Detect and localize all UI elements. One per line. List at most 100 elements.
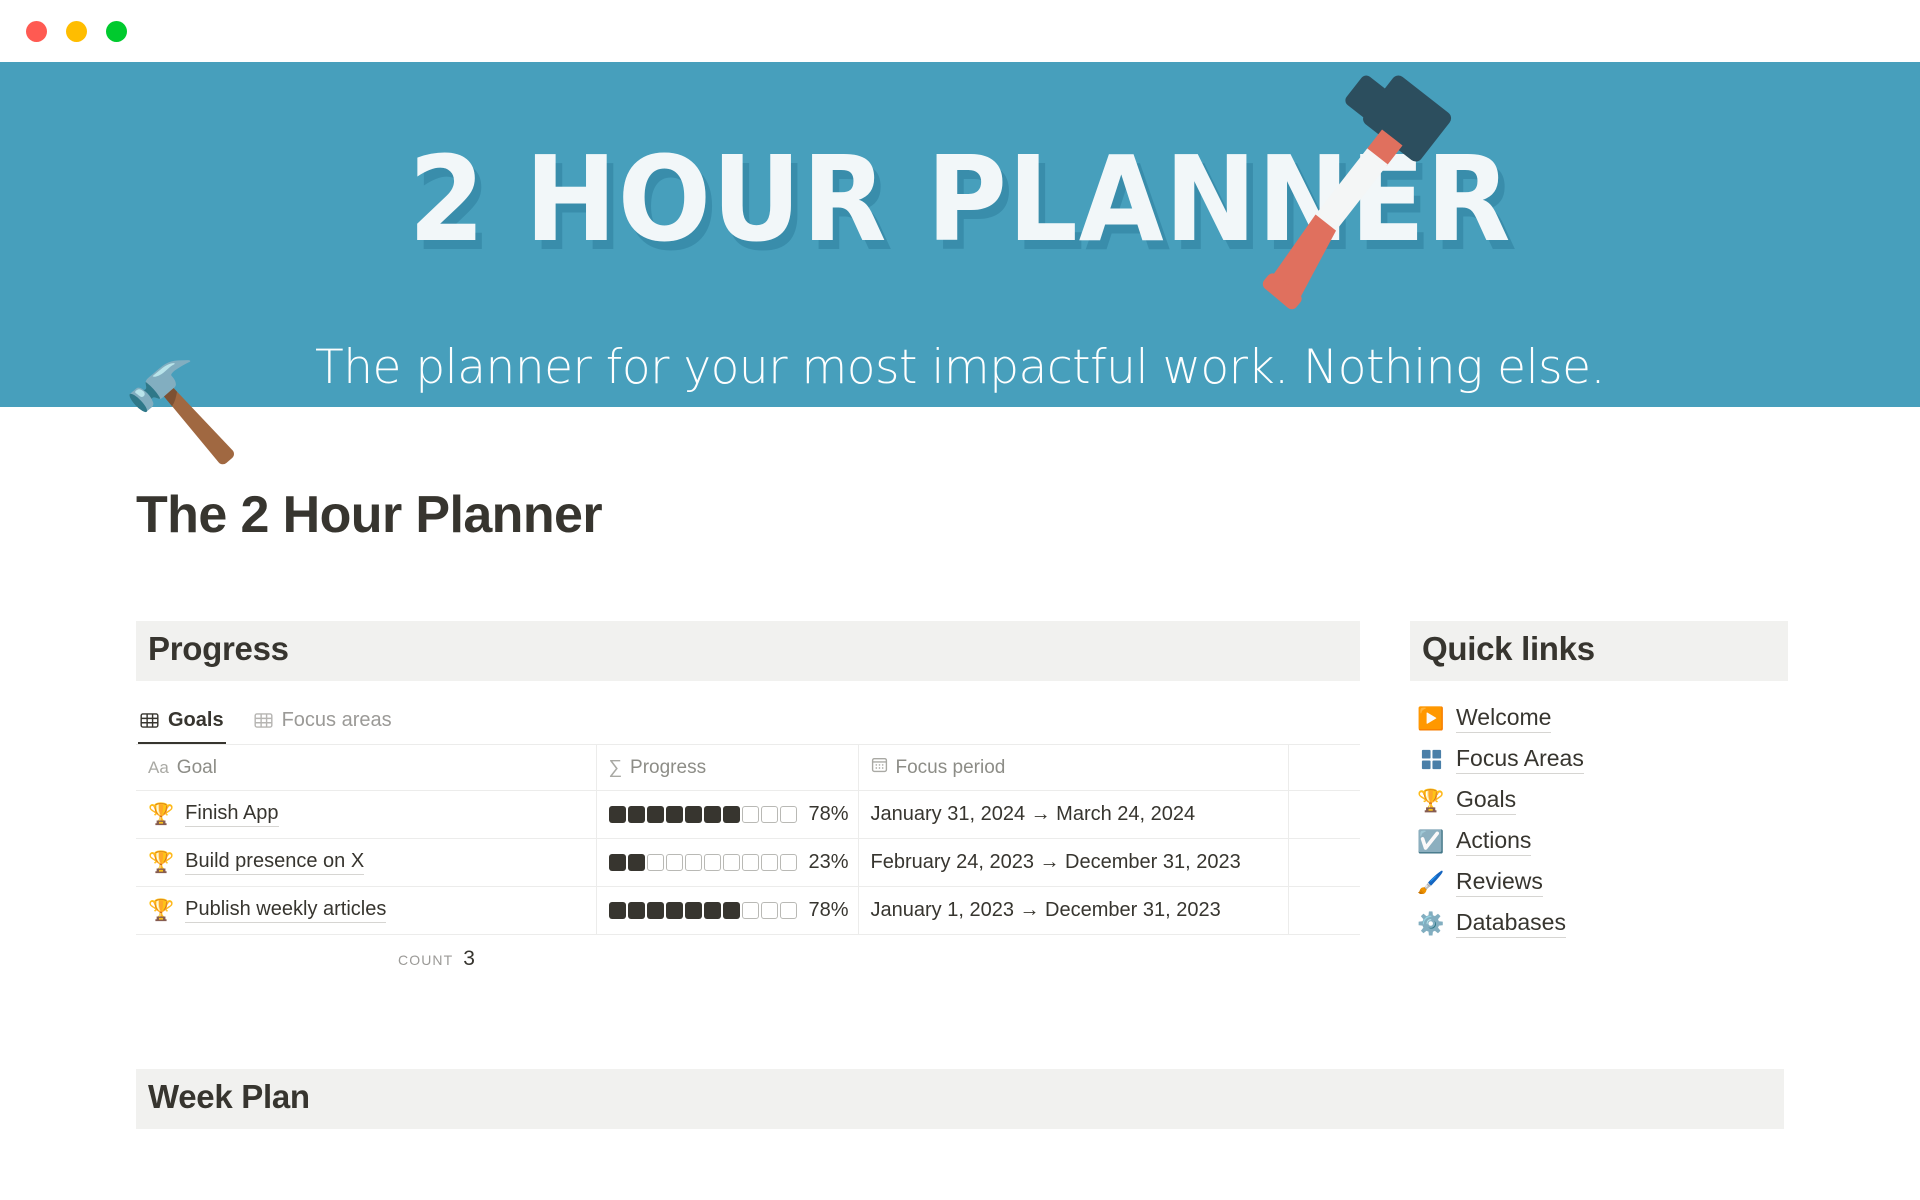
progress-square-filled xyxy=(627,902,645,919)
table-row[interactable]: 🏆 Finish App 78% January 31, 2024 → March 2… xyxy=(136,790,1360,839)
quick-links-list: ▶️ Welcome Focus Areas 🏆 Goals ☑️ Actions 🖌️ Rev… xyxy=(1410,698,1788,944)
quick-link-welcome[interactable]: ▶️ Welcome xyxy=(1410,698,1788,739)
week-plan-heading: Week Plan xyxy=(136,1069,1784,1129)
progress-square-empty xyxy=(779,806,797,823)
table-header-row: Aa Goal ∑ Progress Focus period xyxy=(136,745,1360,791)
goals-table: Aa Goal ∑ Progress Focus period 🏆 Finish… xyxy=(136,745,1360,935)
cell-progress: 23% xyxy=(596,838,859,887)
cell-blank[interactable] xyxy=(1288,886,1360,935)
hammer-illustration-icon xyxy=(1262,75,1452,310)
top-priorities-subheading: Top priorities right now xyxy=(136,1195,960,1200)
traffic-lights xyxy=(26,20,127,42)
quick-link-actions[interactable]: ☑️ Actions xyxy=(1410,821,1788,862)
cover-title: 2 HOUR PLANNER xyxy=(408,130,1512,268)
quick-link-label: Welcome xyxy=(1456,704,1552,733)
page-title: The 2 Hour Planner xyxy=(136,486,603,544)
quick-link-label: Actions xyxy=(1456,827,1532,856)
tab-focus-areas-label: Focus areas xyxy=(281,709,392,731)
count-label: COUNT xyxy=(398,952,454,968)
cell-goal[interactable]: 🏆 Publish weekly articles xyxy=(136,886,597,935)
tab-goals[interactable]: Goals xyxy=(138,703,226,744)
maximize-window-button[interactable] xyxy=(106,20,127,42)
main-columns: Progress Goals Focus areas Aa Goal ∑ Pro… xyxy=(0,621,1920,971)
quick-link-label: Databases xyxy=(1456,909,1566,938)
trophy-icon: 🏆 xyxy=(148,851,175,874)
progress-bar xyxy=(608,806,797,823)
progress-square-empty xyxy=(760,902,778,919)
column-header-focus-period[interactable]: Focus period xyxy=(858,745,1289,791)
progress-bar xyxy=(608,854,797,871)
progress-square-filled xyxy=(608,806,626,823)
progress-square-filled xyxy=(608,854,626,871)
quick-link-focus-areas[interactable]: Focus Areas xyxy=(1410,739,1788,780)
quick-link-databases[interactable]: ⚙️ Databases xyxy=(1410,903,1788,944)
progress-square-filled xyxy=(684,902,702,919)
progress-square-filled xyxy=(703,902,721,919)
column-header-goal[interactable]: Aa Goal xyxy=(136,745,597,791)
progress-square-filled xyxy=(684,806,702,823)
right-column: Quick links ▶️ Welcome Focus Areas 🏆 Goals ☑️… xyxy=(1410,621,1788,944)
progress-square-filled xyxy=(608,902,626,919)
cell-focus-period[interactable]: January 31, 2024 → March 24, 2024 xyxy=(858,790,1289,839)
count-value: 3 xyxy=(463,947,475,970)
progress-square-empty xyxy=(665,854,683,871)
goal-page-link[interactable]: Build presence on X xyxy=(185,850,365,875)
trophy-icon: 🏆 xyxy=(1417,787,1445,813)
cell-blank[interactable] xyxy=(1288,838,1360,887)
quick-link-label: Goals xyxy=(1456,786,1517,815)
progress-square-filled xyxy=(627,854,645,871)
week-plan-right-column: My focus for this quarter xyxy=(960,1195,1784,1200)
database-tabs: Goals Focus areas xyxy=(136,703,1360,745)
progress-square-empty xyxy=(779,854,797,871)
quick-link-label: Reviews xyxy=(1456,868,1543,897)
quick-link-goals[interactable]: 🏆 Goals xyxy=(1410,780,1788,821)
cell-focus-period[interactable]: January 1, 2023 → December 31, 2023 xyxy=(858,886,1289,935)
week-plan-left-column: Top priorities right now xyxy=(136,1195,960,1200)
table-footer-count[interactable]: COUNT 3 xyxy=(136,935,1360,971)
cell-goal[interactable]: 🏆 Finish App xyxy=(136,790,597,839)
progress-square-empty xyxy=(741,854,759,871)
progress-square-empty xyxy=(703,854,721,871)
column-header-progress-label: Progress xyxy=(630,756,707,778)
progress-percent: 78% xyxy=(808,899,849,921)
table-row[interactable]: 🏆 Build presence on X 23% February 24, 2023… xyxy=(136,838,1360,887)
goal-page-link[interactable]: Publish weekly articles xyxy=(185,898,387,923)
quick-link-reviews[interactable]: 🖌️ Reviews xyxy=(1410,862,1788,903)
cell-blank[interactable] xyxy=(1288,790,1360,839)
progress-percent: 23% xyxy=(808,851,849,873)
cover-subtitle: The planner for your most impactful work… xyxy=(314,340,1606,395)
goal-page-link[interactable]: Finish App xyxy=(185,802,279,827)
week-plan-section: Week Plan Top priorities right now My fo… xyxy=(0,1069,1920,1200)
progress-square-filled xyxy=(627,806,645,823)
progress-square-empty xyxy=(722,854,740,871)
progress-square-filled xyxy=(665,902,683,919)
progress-section-heading: Progress xyxy=(136,621,1360,681)
progress-square-empty xyxy=(760,854,778,871)
column-header-blank[interactable] xyxy=(1288,745,1360,791)
cell-focus-period[interactable]: February 24, 2023 → December 31, 2023 xyxy=(858,838,1289,887)
progress-square-empty xyxy=(646,854,664,871)
page-content: 🔨 The 2 Hour Planner Progress Goals Focu… xyxy=(0,365,1920,1200)
quick-link-label: Focus Areas xyxy=(1456,745,1584,774)
progress-square-filled xyxy=(646,806,664,823)
text-property-icon: Aa xyxy=(148,757,169,777)
page-icon-hammer-emoji[interactable]: 🔨 xyxy=(122,365,242,461)
four-squares-icon xyxy=(1418,747,1444,773)
checklist-icon: ☑️ xyxy=(1417,828,1445,854)
table-row[interactable]: 🏆 Publish weekly articles 78% January 1, 20… xyxy=(136,886,1360,935)
cell-progress: 78% xyxy=(596,790,859,839)
cell-goal[interactable]: 🏆 Build presence on X xyxy=(136,838,597,887)
formula-property-icon: ∑ xyxy=(608,756,623,778)
goals-table-body: 🏆 Finish App 78% January 31, 2024 → March 2… xyxy=(136,790,1360,935)
trophy-icon: 🏆 xyxy=(148,803,175,826)
close-window-button[interactable] xyxy=(26,20,47,42)
column-header-goal-label: Goal xyxy=(176,756,217,778)
column-header-progress[interactable]: ∑ Progress xyxy=(596,745,859,791)
progress-square-filled xyxy=(722,806,740,823)
tab-focus-areas[interactable]: Focus areas xyxy=(252,703,394,744)
progress-square-filled xyxy=(722,902,740,919)
minimize-window-button[interactable] xyxy=(66,20,87,42)
quarter-focus-subheading: My focus for this quarter xyxy=(960,1195,1784,1200)
paintbrush-icon: 🖌️ xyxy=(1417,869,1445,895)
progress-bar xyxy=(608,902,797,919)
